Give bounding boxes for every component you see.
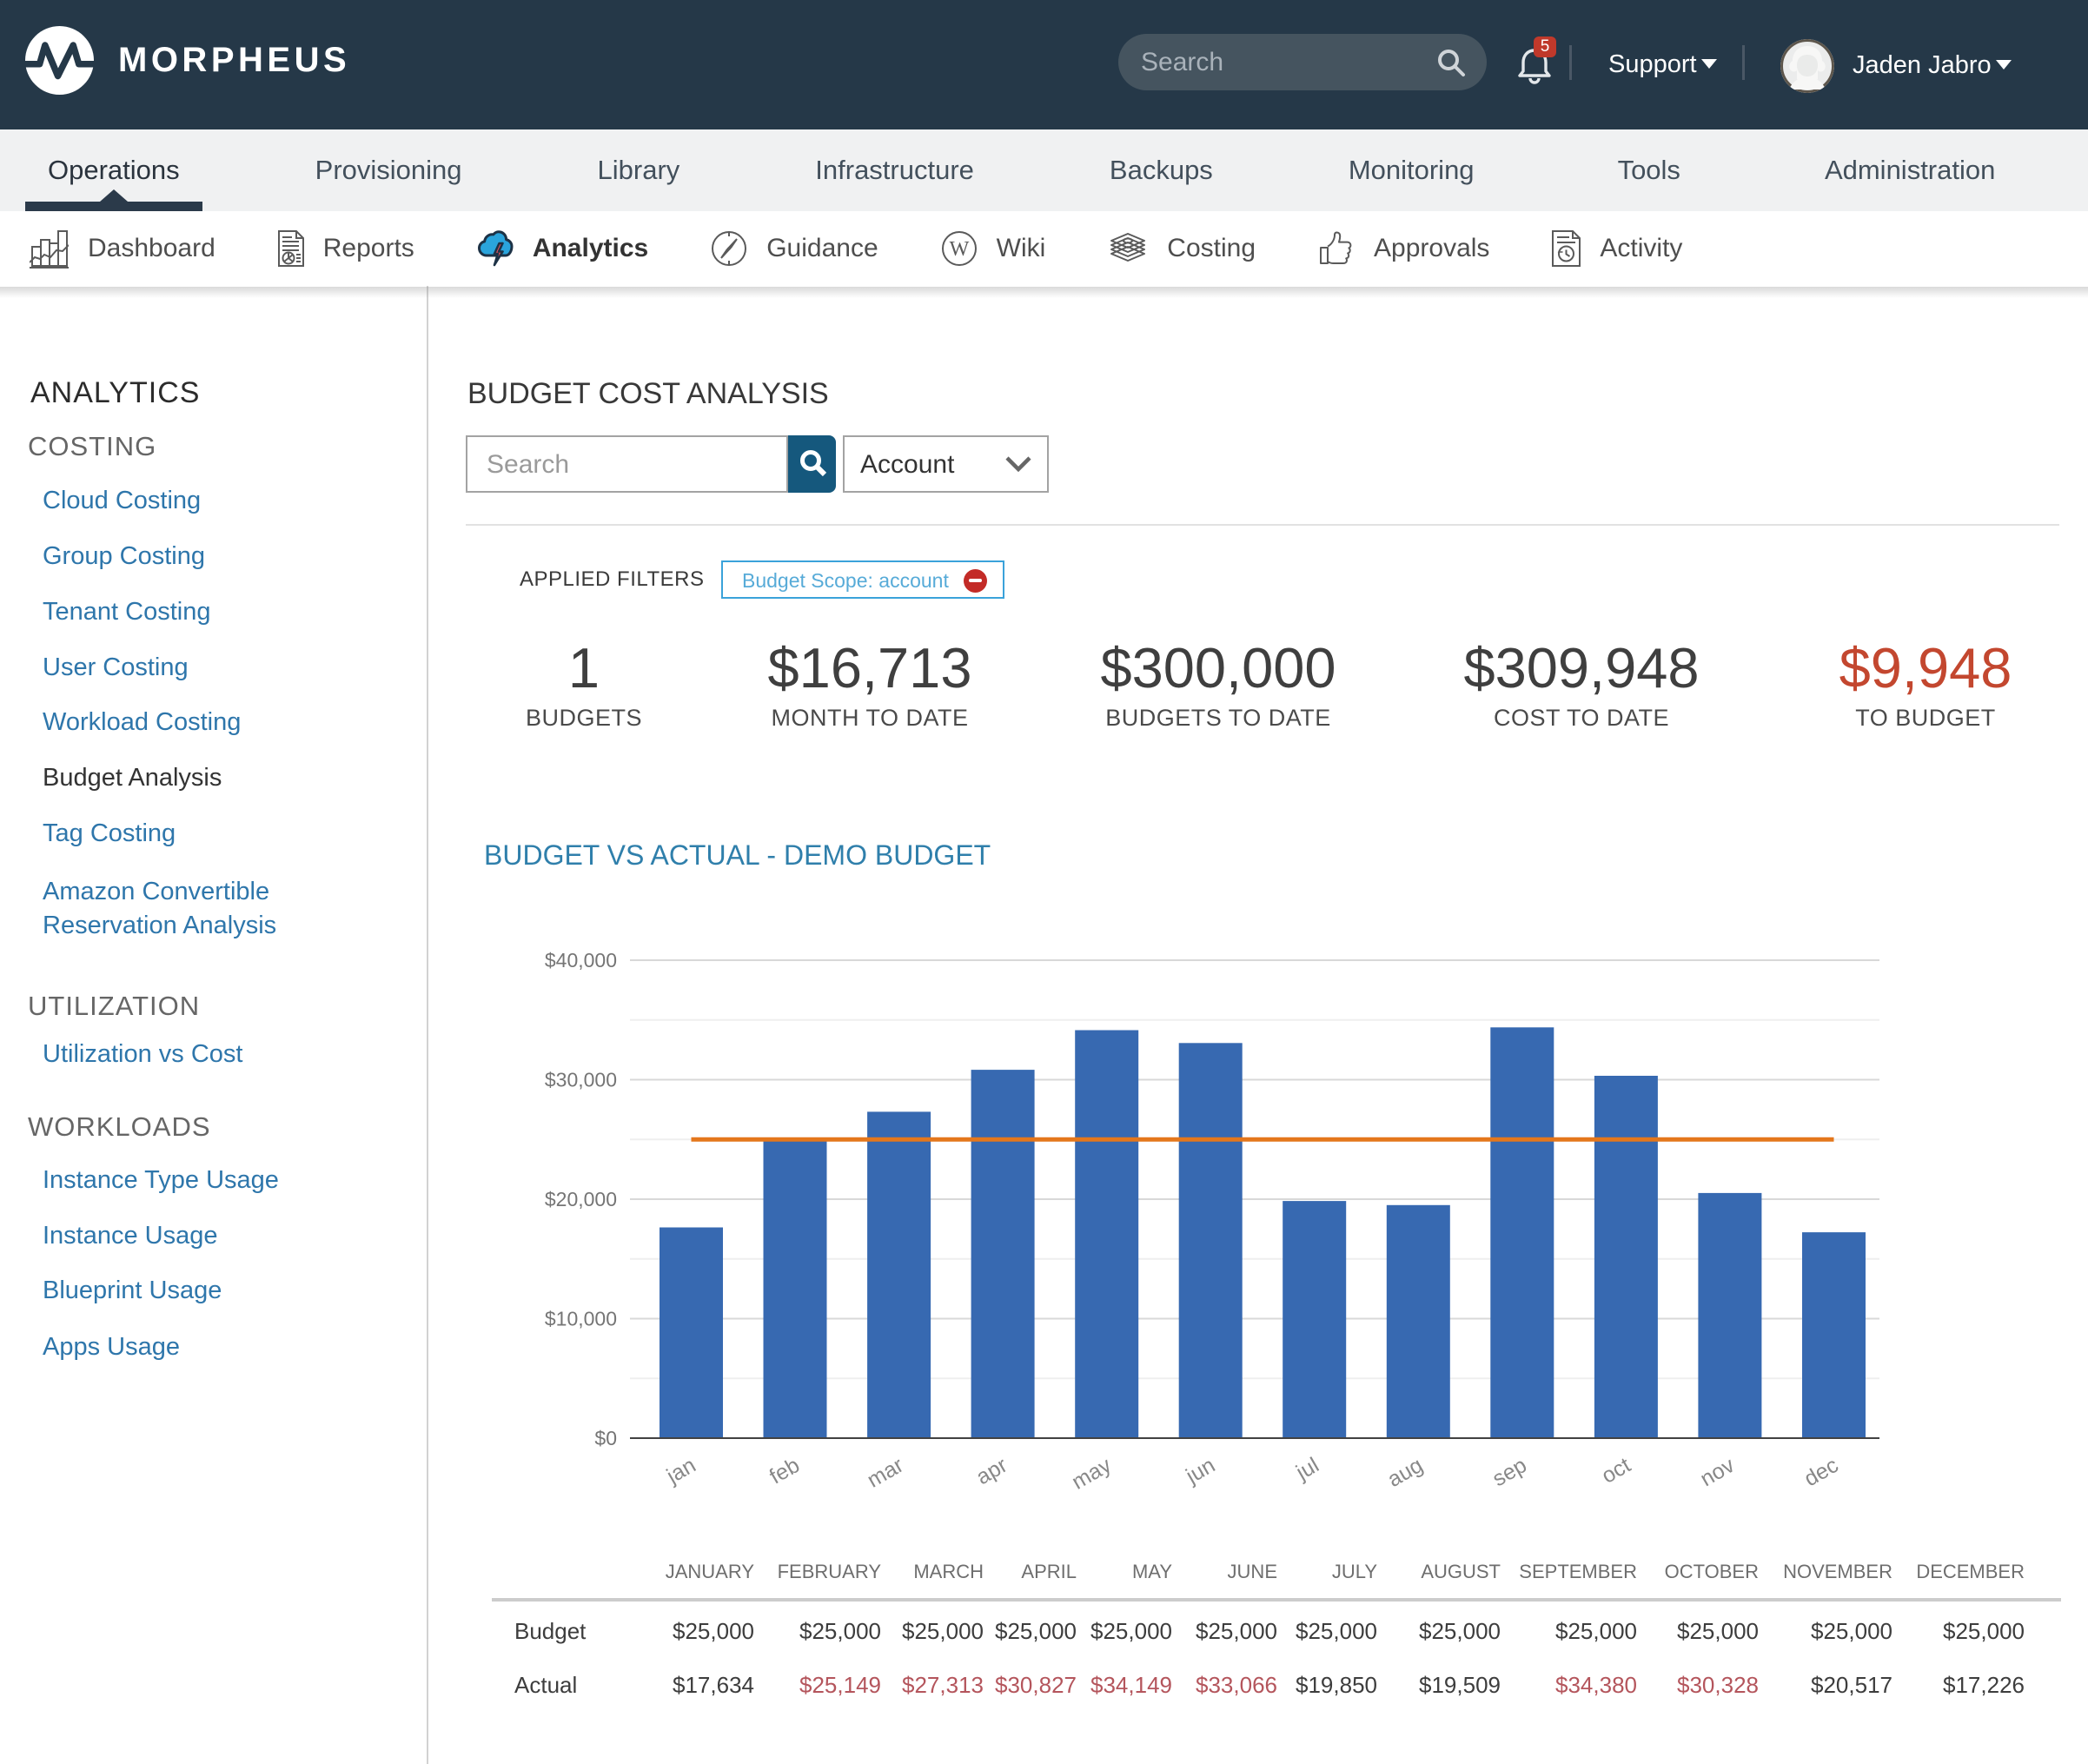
svg-text:W: W [949,238,969,261]
svg-text:sep: sep [1488,1453,1531,1491]
svg-text:$10,000: $10,000 [545,1308,617,1330]
svg-text:$20,000: $20,000 [545,1188,617,1210]
svg-text:aug: aug [1383,1453,1427,1492]
svg-text:jan: jan [662,1453,700,1489]
svg-text:$0: $0 [594,1427,617,1449]
svg-text:$30,000: $30,000 [545,1069,617,1091]
svg-text:nov: nov [1696,1453,1739,1492]
svg-text:oct: oct [1598,1453,1635,1489]
svg-text:jul: jul [1291,1453,1323,1485]
svg-text:dec: dec [1800,1453,1843,1491]
svg-text:jun: jun [1181,1453,1219,1489]
svg-text:apr: apr [972,1453,1011,1489]
svg-text:may: may [1068,1453,1116,1495]
svg-text:$40,000: $40,000 [545,949,617,972]
svg-text:feb: feb [766,1453,804,1489]
svg-text:mar: mar [863,1453,907,1493]
